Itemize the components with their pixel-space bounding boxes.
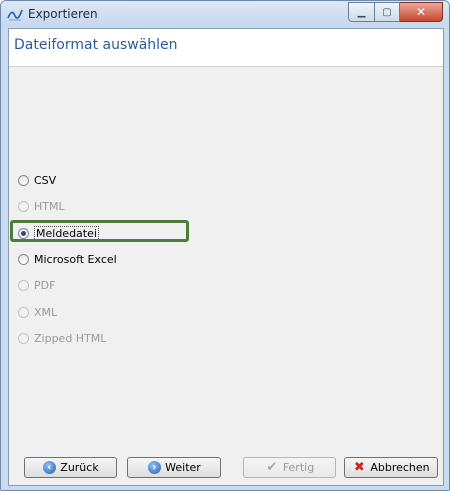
wizard-header: Dateiformat auswählen	[9, 29, 443, 67]
finish-button-label: Fertig	[282, 461, 315, 474]
arrow-left-icon: ‹	[42, 461, 56, 474]
radio-button	[18, 306, 29, 318]
cancel-button[interactable]: ✖ Abbrechen	[344, 457, 438, 478]
back-button-label: Zurück	[60, 461, 99, 474]
back-button[interactable]: ‹ Zurück	[24, 457, 117, 478]
app-logo-icon	[7, 9, 23, 21]
radio-label: Zipped HTML	[34, 331, 107, 345]
radio-label: Microsoft Excel	[34, 252, 117, 266]
cancel-x-icon: ✖	[353, 459, 365, 475]
radio-button	[18, 200, 29, 212]
next-button[interactable]: › Weiter	[127, 457, 221, 478]
window-title: Exportieren	[28, 7, 98, 21]
checkmark-icon: ✔	[266, 459, 278, 475]
radio-option-xml: XML	[18, 304, 57, 320]
radio-button[interactable]	[18, 174, 29, 186]
radio-label: HTML	[34, 199, 65, 213]
finish-button: ✔ Fertig	[243, 457, 336, 478]
window-controls: ▁ ▢ ✕	[348, 2, 443, 22]
radio-label: XML	[34, 305, 58, 319]
radio-button[interactable]	[18, 253, 29, 265]
close-button[interactable]: ✕	[400, 2, 443, 22]
radio-label: CSV	[34, 173, 57, 187]
radio-option-zipped-html: Zipped HTML	[18, 330, 106, 346]
radio-option-microsoft-excel[interactable]: Microsoft Excel	[18, 251, 117, 267]
radio-option-pdf: PDF	[18, 277, 55, 293]
radio-label: PDF	[34, 278, 56, 292]
minimize-button[interactable]: ▁	[348, 2, 375, 22]
selection-highlight	[10, 220, 189, 242]
radio-option-html: HTML	[18, 198, 65, 214]
radio-option-csv[interactable]: CSV	[18, 172, 56, 188]
next-button-label: Weiter	[165, 461, 201, 474]
radio-button	[18, 279, 29, 291]
maximize-icon: ▢	[382, 6, 392, 18]
arrow-right-icon: ›	[147, 461, 161, 474]
title-bar[interactable]: Exportieren ▁ ▢ ✕	[1, 1, 449, 27]
export-dialog-window: Exportieren ▁ ▢ ✕ Dateiformat auswählen …	[0, 0, 450, 491]
page-title: Dateiformat auswählen	[14, 37, 178, 53]
dialog-content: Dateiformat auswählen CSV HTML Meldedate…	[8, 28, 444, 486]
maximize-button[interactable]: ▢	[375, 2, 400, 22]
minimize-icon: ▁	[357, 6, 366, 18]
radio-button	[18, 332, 29, 344]
cancel-button-label: Abbrechen	[370, 461, 430, 474]
close-icon: ✕	[415, 5, 427, 19]
